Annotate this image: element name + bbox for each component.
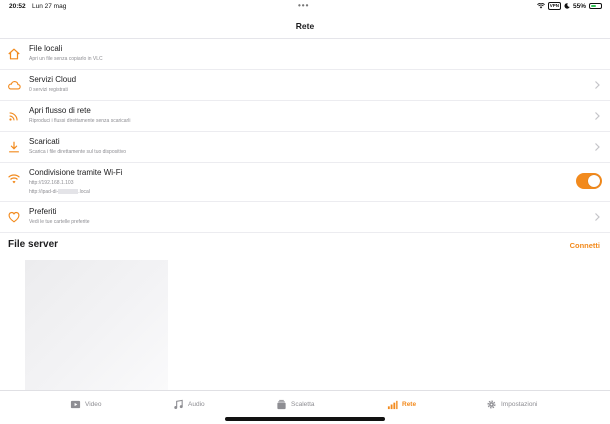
cloud-icon: [8, 80, 21, 90]
chevron-right-icon: [595, 143, 600, 151]
home-indicator[interactable]: [225, 417, 385, 421]
row-title: Apri flusso di rete: [29, 106, 91, 115]
tab-audio[interactable]: Audio: [173, 399, 205, 410]
server-list-placeholder: [25, 260, 168, 391]
row-subtitle: Scarica i file direttamente sul tuo disp…: [29, 149, 126, 155]
redacted-name: [58, 189, 79, 195]
row-network-stream[interactable]: Apri flusso di rete Riproduci i flussi d…: [0, 101, 610, 132]
download-icon: [9, 141, 19, 153]
status-bar: 20:52 Lun 27 mag ••• VPN 55%: [0, 0, 610, 14]
wifi-host-address: http://ipad-di- .local: [29, 189, 90, 195]
tab-label: Video: [85, 401, 102, 408]
host-prefix: http://ipad-di-: [29, 189, 59, 195]
tab-label: Audio: [188, 401, 205, 408]
network-options-list: File locali Apri un file senza copiarlo …: [0, 39, 610, 233]
tab-label: Scaletta: [291, 401, 315, 408]
row-subtitle: Apri un file senza copiarlo in VLC: [29, 56, 103, 62]
row-favorites[interactable]: Preferiti Vedi le tue cartelle preferite: [0, 202, 610, 233]
tab-playlist[interactable]: Scaletta: [276, 399, 315, 410]
heart-icon: [8, 211, 20, 223]
tab-settings[interactable]: Impostazioni: [486, 399, 538, 410]
house-icon: [8, 48, 20, 60]
tab-label: Rete: [402, 401, 417, 408]
music-note-icon: [174, 399, 183, 409]
row-title: File locali: [29, 44, 63, 53]
row-subtitle: 0 servizi registrati: [29, 87, 68, 93]
tab-video[interactable]: Video: [70, 399, 102, 410]
status-indicators: VPN 55%: [536, 2, 602, 10]
tab-network[interactable]: Rete: [387, 399, 416, 410]
vpn-badge: VPN: [547, 2, 561, 10]
playlist-icon: [277, 399, 286, 410]
wifi-status-icon: [536, 3, 545, 9]
toggle-knob: [588, 175, 600, 187]
battery-level: [591, 5, 596, 7]
row-local-files[interactable]: File locali Apri un file senza copiarlo …: [0, 39, 610, 70]
wifi-ip-address: http://192.168.1.103: [29, 180, 74, 186]
file-server-title: File server: [8, 239, 59, 250]
chevron-right-icon: [595, 112, 600, 120]
connect-button[interactable]: Connetti: [570, 241, 600, 250]
video-icon: [70, 400, 81, 409]
row-subtitle: Vedi le tue cartelle preferite: [29, 219, 90, 225]
moon-icon: [564, 3, 570, 9]
row-title: Condivisione tramite Wi-Fi: [29, 168, 123, 177]
row-downloads[interactable]: Scaricati Scarica i file direttamente su…: [0, 132, 610, 163]
wifi-icon: [8, 174, 20, 184]
wifi-sharing-toggle[interactable]: [576, 173, 602, 189]
gear-icon: [487, 400, 496, 409]
status-date: Lun 27 mag: [32, 3, 67, 10]
host-suffix: .local: [78, 189, 90, 195]
row-title: Preferiti: [29, 207, 57, 216]
status-time: 20:52: [9, 3, 26, 10]
battery-icon: [589, 3, 602, 9]
row-wifi-sharing: Condivisione tramite Wi-Fi http://192.16…: [0, 163, 610, 202]
chevron-right-icon: [595, 81, 600, 89]
row-title: Servizi Cloud: [29, 75, 77, 84]
row-cloud-services[interactable]: Servizi Cloud 0 servizi registrati: [0, 70, 610, 101]
row-title: Scaricati: [29, 137, 60, 146]
multitasking-dots[interactable]: •••: [298, 1, 309, 10]
rss-icon: [9, 112, 18, 121]
battery-percent: 55%: [572, 2, 586, 10]
tab-label: Impostazioni: [501, 401, 538, 408]
network-bars-icon: [387, 400, 398, 410]
row-subtitle: Riproduci i flussi direttamente senza sc…: [29, 118, 131, 124]
chevron-right-icon: [595, 213, 600, 221]
page-title: Rete: [295, 21, 315, 31]
